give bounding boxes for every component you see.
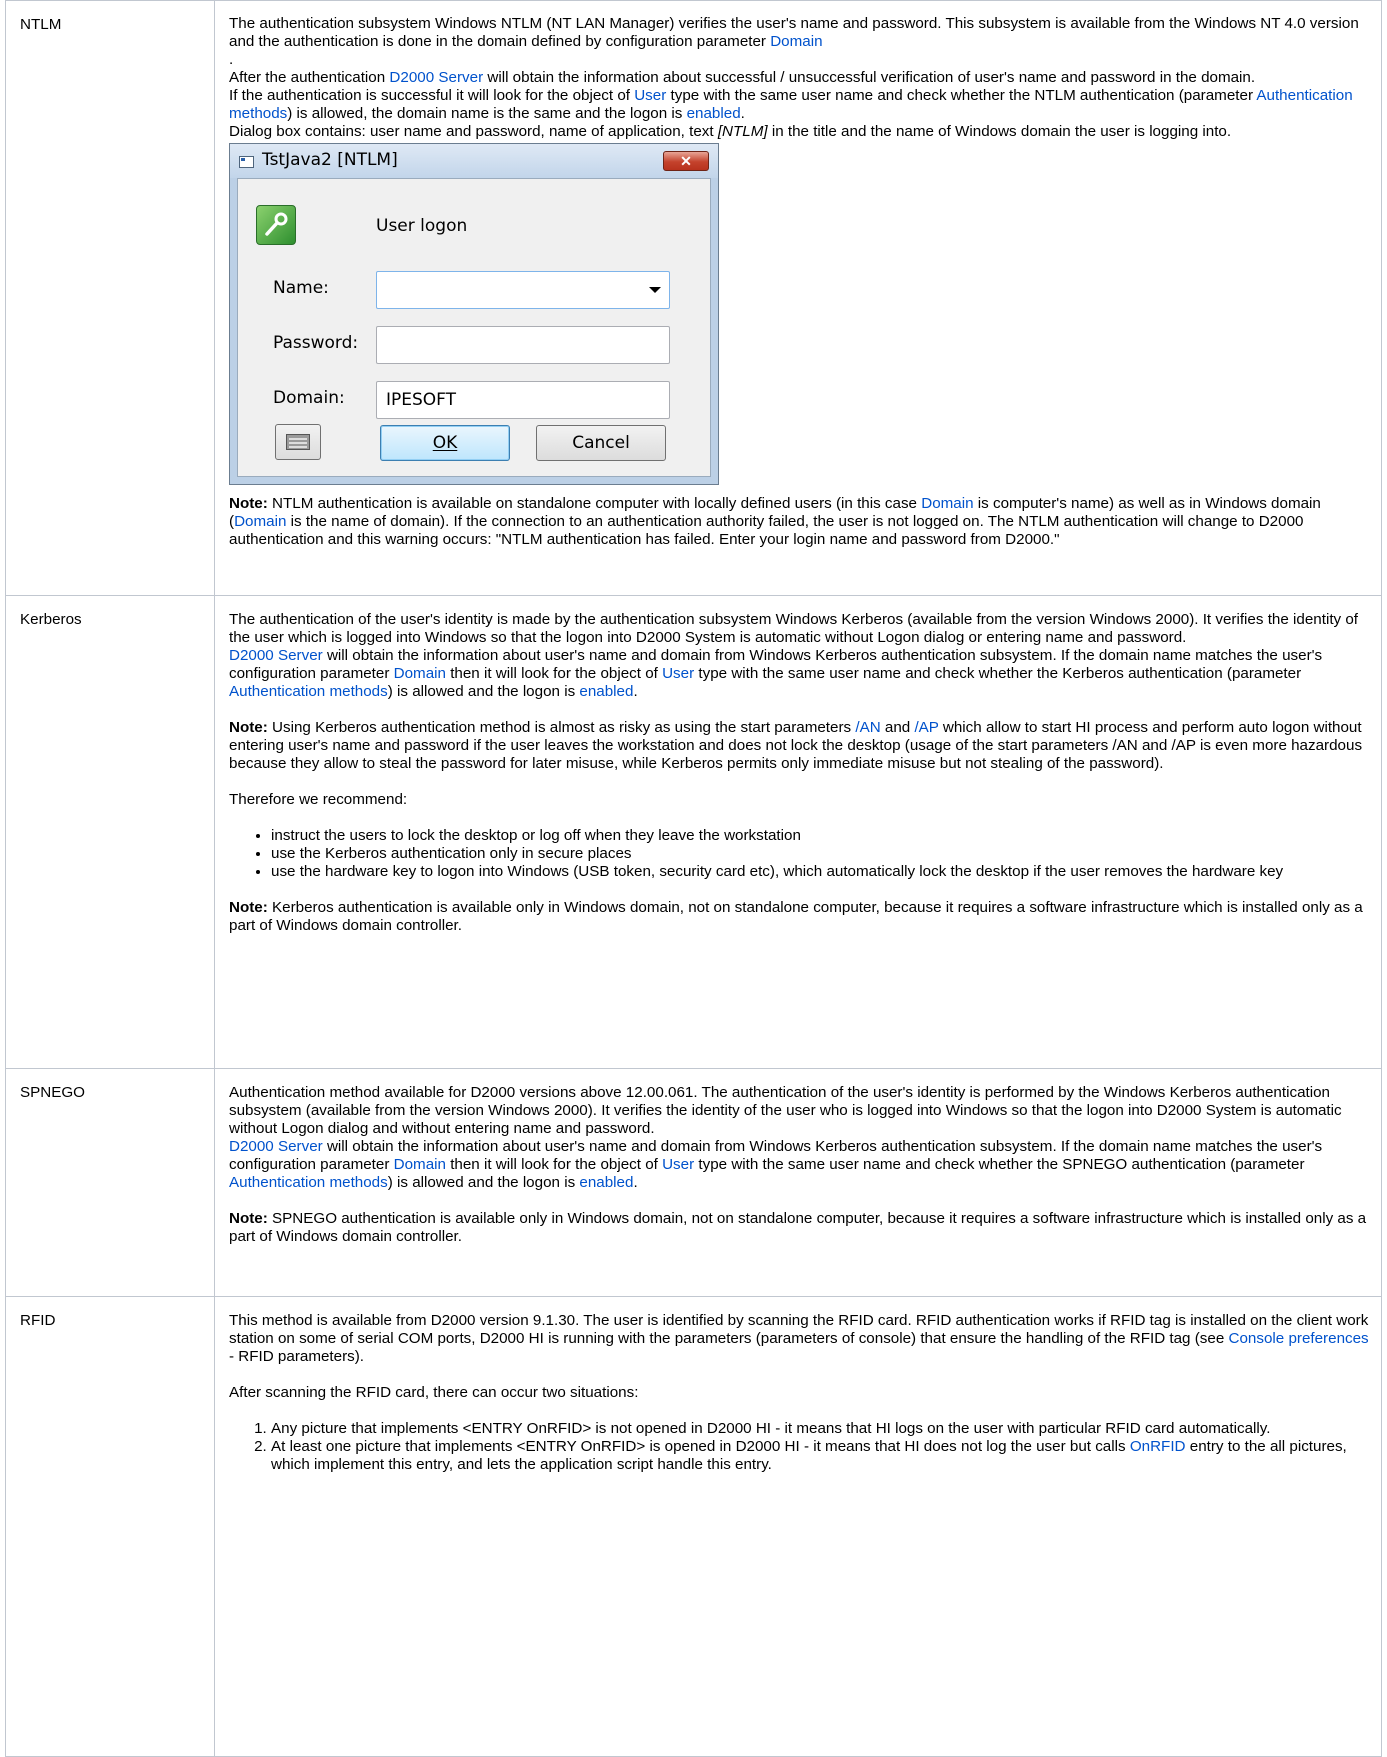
method-description-cell: The authentication subsystem Windows NTL… [214,0,1382,596]
link-enabled[interactable]: enabled [579,683,633,700]
method-description-cell: Authentication method available for D200… [214,1068,1382,1297]
method-name: NTLM [20,16,62,33]
method-name-cell: NTLM [5,0,215,596]
method-description-cell: This method is available from D2000 vers… [214,1296,1382,1757]
method-name-cell: RFID [5,1296,215,1757]
application-window-icon [239,156,254,168]
recommendation-list: instruct the users to lock the desktop o… [229,827,1369,881]
spnego-note: Note: SPNEGO authentication is available… [229,1210,1367,1245]
link-domain[interactable]: Domain [234,513,286,530]
dialog-body: User logon Name: Password: Domain: IPESO… [237,178,711,477]
table-row-spnego: SPNEGO Authentication method available f… [5,1068,1382,1297]
method-name: RFID [20,1312,56,1329]
kerberos-paragraph-1: The authentication of the user's identit… [229,611,1359,646]
rfid-paragraph-1: This method is available from D2000 vers… [229,1312,1369,1365]
authentication-methods-table: NTLM The authentication subsystem Window… [5,0,1382,1757]
link-domain[interactable]: Domain [394,1156,446,1173]
kerberos-paragraph-2: D2000 Server will obtain the information… [229,647,1323,700]
table-row-rfid: RFID This method is available from D2000… [5,1296,1382,1757]
password-field[interactable] [376,326,670,364]
chevron-down-icon[interactable] [649,287,661,293]
link-user[interactable]: User [662,1156,694,1173]
link-an-parameter[interactable]: /AN [855,719,880,736]
link-user[interactable]: User [662,665,694,682]
link-d2000-server[interactable]: D2000 Server [389,69,483,86]
virtual-keyboard-button[interactable] [275,424,321,460]
dialog-title-bar: TstJava2 [NTLM] ✕ [230,144,718,178]
domain-label: Domain: [273,388,345,408]
method-name-cell: SPNEGO [5,1068,215,1297]
link-ap-parameter[interactable]: /AP [914,719,938,736]
spnego-paragraph-1: Authentication method available for D200… [229,1084,1342,1137]
password-label: Password: [273,333,359,353]
ntlm-paragraph-3: If the authentication is successful it w… [229,87,1353,122]
link-user[interactable]: User [634,87,666,104]
link-enabled[interactable]: enabled [579,1174,633,1191]
dialog-heading: User logon [376,216,468,236]
close-icon[interactable]: ✕ [663,151,709,171]
ok-button[interactable]: OK [380,425,510,461]
link-console-preferences[interactable]: Console preferences [1229,1330,1369,1347]
link-authentication-methods[interactable]: Authentication methods [229,1174,388,1191]
table-row-kerberos: Kerberos The authentication of the user'… [5,595,1382,1069]
table-row-ntlm: NTLM The authentication subsystem Window… [5,0,1382,596]
method-name: Kerberos [20,611,82,628]
situation-list: Any picture that implements <ENTRY OnRFI… [229,1420,1369,1474]
kerberos-note-1: Note: Using Kerberos authentication meth… [229,719,1363,772]
ntlm-logon-dialog-screenshot: TstJava2 [NTLM] ✕ User logon Name: Passw… [229,143,719,485]
name-combobox[interactable] [376,271,670,309]
method-name-cell: Kerberos [5,595,215,1069]
rfid-paragraph-2: After scanning the RFID card, there can … [229,1384,639,1401]
list-item: use the Kerberos authentication only in … [271,845,1369,863]
link-domain[interactable]: Domain [770,33,822,50]
kerberos-note-2: Note: Kerberos authentication is availab… [229,899,1363,934]
ntlm-paragraph-1: The authentication subsystem Windows NTL… [229,15,1359,68]
domain-field[interactable]: IPESOFT [376,381,670,419]
list-item: At least one picture that implements <EN… [271,1438,1369,1474]
cancel-button[interactable]: Cancel [536,425,666,461]
link-d2000-server[interactable]: D2000 Server [229,1138,323,1155]
link-onrfid[interactable]: OnRFID [1130,1438,1186,1455]
name-label: Name: [273,278,329,298]
list-item: instruct the users to lock the desktop o… [271,827,1369,845]
keyboard-icon [286,434,310,450]
link-authentication-methods[interactable]: Authentication methods [229,683,388,700]
ntlm-note: Note: NTLM authentication is available o… [229,495,1321,548]
method-description-cell: The authentication of the user's identit… [214,595,1382,1069]
ntlm-paragraph-2: After the authentication D2000 Server wi… [229,69,1256,86]
key-icon [256,205,296,245]
ntlm-paragraph-4: Dialog box contains: user name and passw… [229,123,1232,140]
list-item: use the hardware key to logon into Windo… [271,863,1369,881]
dialog-title: TstJava2 [NTLM] [262,150,398,170]
link-d2000-server[interactable]: D2000 Server [229,647,323,664]
spnego-paragraph-2: D2000 Server will obtain the information… [229,1138,1323,1191]
link-domain[interactable]: Domain [394,665,446,682]
kerberos-recommend: Therefore we recommend: [229,791,408,808]
method-name: SPNEGO [20,1084,85,1101]
list-item: Any picture that implements <ENTRY OnRFI… [271,1420,1369,1438]
link-enabled[interactable]: enabled [687,105,741,122]
link-domain[interactable]: Domain [921,495,973,512]
